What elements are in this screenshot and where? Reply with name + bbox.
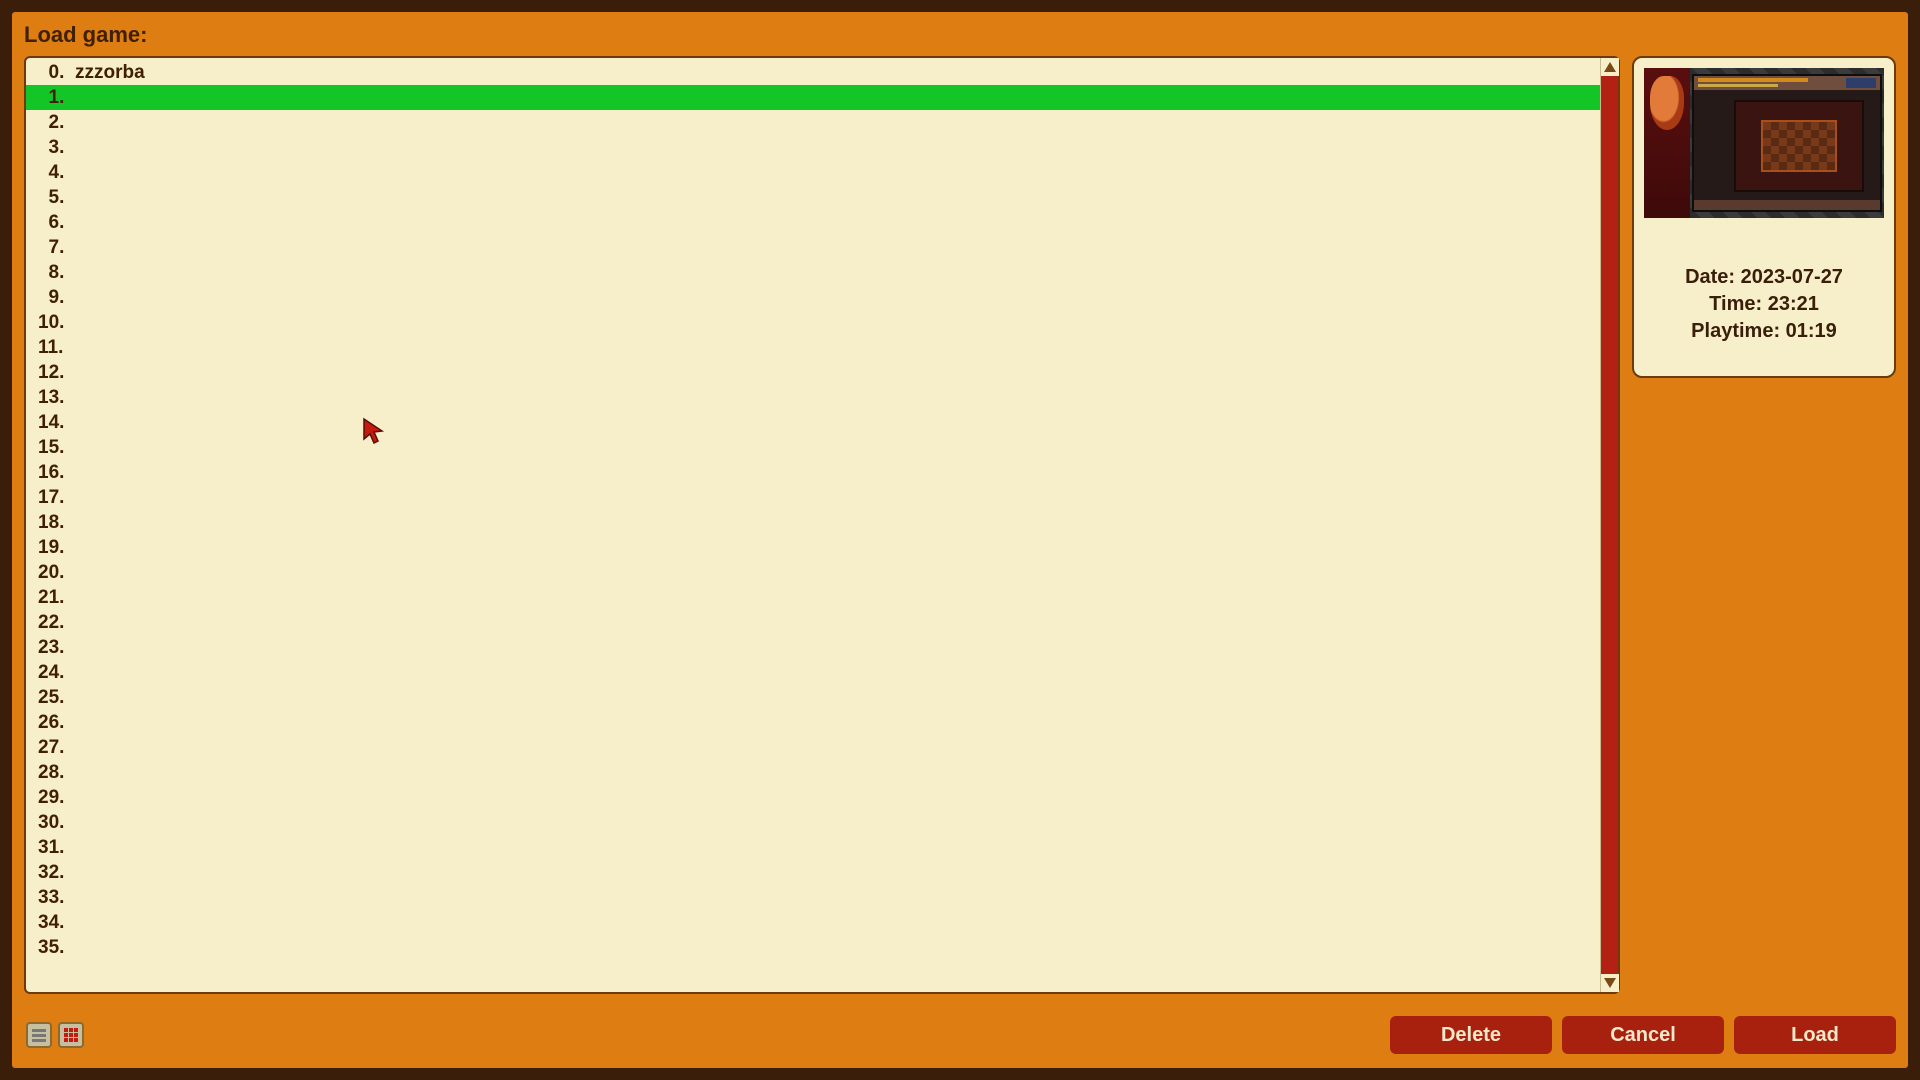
delete-button[interactable]: Delete [1390,1016,1552,1054]
save-slot-row[interactable]: 19. [26,535,1600,560]
save-slot-row[interactable]: 11. [26,335,1600,360]
grid-view-icon[interactable] [58,1022,84,1048]
save-slot-row[interactable]: 22. [26,610,1600,635]
save-slot-row[interactable]: 5. [26,185,1600,210]
save-thumbnail [1644,68,1884,218]
save-slot-row[interactable]: 21. [26,585,1600,610]
save-slot-row[interactable]: 1. [26,85,1600,110]
cancel-button[interactable]: Cancel [1562,1016,1724,1054]
save-slot-row[interactable]: 17. [26,485,1600,510]
save-slot-row[interactable]: 12. [26,360,1600,385]
save-slot-row[interactable]: 4. [26,160,1600,185]
preview-date: Date: 2023-07-27 [1685,266,1843,289]
save-slot-row[interactable]: 30. [26,810,1600,835]
save-slot-row[interactable]: 10. [26,310,1600,335]
save-slot-row[interactable]: 16. [26,460,1600,485]
scrollbar[interactable] [1600,58,1618,992]
save-slot-row[interactable]: 35. [26,935,1600,960]
save-slot-row[interactable]: 23. [26,635,1600,660]
load-button[interactable]: Load [1734,1016,1896,1054]
save-slot-row[interactable]: 26. [26,710,1600,735]
save-slot-row[interactable]: 15. [26,435,1600,460]
save-slot-row[interactable]: 14. [26,410,1600,435]
dialog-title: Load game: [24,22,147,48]
save-slot-list[interactable]: 0. zzzorba 1. 2. 3. 4. 5. 6. 7. 8. 9.10.… [24,56,1620,994]
save-slot-row[interactable]: 2. [26,110,1600,135]
scrollbar-thumb[interactable] [1602,76,1617,396]
save-slot-row[interactable]: 18. [26,510,1600,535]
save-slot-row[interactable]: 6. [26,210,1600,235]
save-slot-row[interactable]: 24. [26,660,1600,685]
scroll-up-icon[interactable] [1601,58,1619,76]
scroll-down-icon[interactable] [1601,974,1619,992]
save-slot-row[interactable]: 9. [26,285,1600,310]
save-slot-row[interactable]: 31. [26,835,1600,860]
load-game-window: Load game: 0. zzzorba 1. 2. 3. 4. 5. 6. … [12,12,1908,1068]
save-slot-row[interactable]: 13. [26,385,1600,410]
save-preview-panel: Date: 2023-07-27 Time: 23:21 Playtime: 0… [1632,56,1896,378]
save-slot-row[interactable]: 25. [26,685,1600,710]
save-slot-row[interactable]: 3. [26,135,1600,160]
preview-playtime: Playtime: 01:19 [1691,320,1837,343]
save-slot-row[interactable]: 28. [26,760,1600,785]
save-slot-row[interactable]: 7. [26,235,1600,260]
save-slot-row[interactable]: 27. [26,735,1600,760]
preview-time: Time: 23:21 [1709,293,1819,316]
save-slot-row[interactable]: 32. [26,860,1600,885]
list-view-icon[interactable] [26,1022,52,1048]
save-slot-row[interactable]: 34. [26,910,1600,935]
save-slot-row[interactable]: 29. [26,785,1600,810]
save-slot-row[interactable]: 0. zzzorba [26,60,1600,85]
scrollbar-track[interactable] [1601,76,1618,974]
save-slot-row[interactable]: 8. [26,260,1600,285]
save-slot-row[interactable]: 20. [26,560,1600,585]
save-slot-row[interactable]: 33. [26,885,1600,910]
